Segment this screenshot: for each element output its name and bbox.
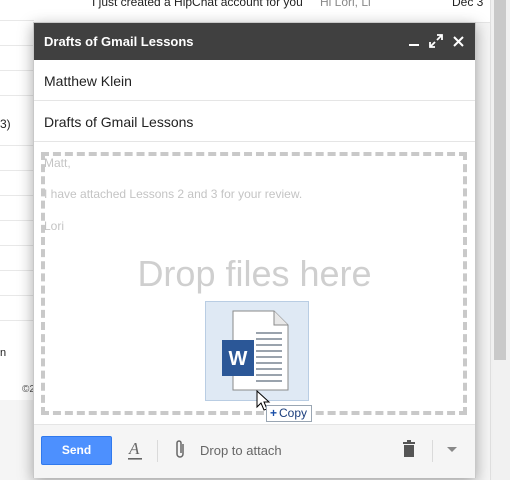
subject-text: Drafts of Gmail Lessons — [44, 114, 194, 130]
drag-copy-tooltip: + Copy — [266, 405, 313, 422]
drop-zone-label: Drop files here — [137, 253, 372, 294]
drop-to-attach-label: Drop to attach — [200, 443, 282, 458]
compose-titlebar[interactable]: Drafts of Gmail Lessons — [34, 23, 475, 60]
to-recipient: Matthew Klein — [44, 73, 132, 89]
scrollbar-thumb[interactable] — [494, 0, 506, 360]
toolbar-separator — [432, 440, 433, 462]
svg-text:W: W — [229, 348, 248, 370]
plus-icon: + — [270, 406, 278, 420]
inbox-row-date: Dec 3 — [452, 0, 484, 9]
chevron-down-icon[interactable] — [447, 447, 457, 453]
inbox-row-subject: I just created a HipChat account for you — [92, 0, 303, 9]
copy-label: Copy — [279, 406, 308, 420]
background-label-fragment-2: n — [0, 347, 7, 359]
dragged-file[interactable]: W — [205, 301, 309, 401]
compose-title: Drafts of Gmail Lessons — [44, 34, 194, 49]
minimize-icon[interactable] — [405, 31, 423, 51]
subject-field[interactable]: Drafts of Gmail Lessons — [34, 101, 475, 142]
compose-toolbar: Send A Drop to attach — [34, 424, 475, 478]
trash-icon[interactable] — [402, 440, 416, 458]
send-button[interactable]: Send — [41, 436, 112, 465]
popout-icon[interactable] — [427, 31, 445, 51]
svg-text:A: A — [128, 439, 140, 458]
compose-window: Drafts of Gmail Lessons Matthew Klein Dr… — [33, 22, 476, 478]
close-icon[interactable] — [450, 31, 468, 51]
formatting-icon[interactable]: A — [127, 439, 143, 461]
word-document-icon: W — [222, 310, 289, 391]
background-scrollbar[interactable] — [490, 0, 510, 480]
background-label-fragment: 3) — [0, 117, 11, 131]
background-inbox-row[interactable]: I just created a HipChat account for you… — [34, 0, 490, 23]
inbox-row-snippet: Hi Lori, Li — [320, 0, 371, 9]
toolbar-separator — [157, 440, 158, 462]
to-field[interactable]: Matthew Klein — [34, 60, 475, 101]
background-left-panel: 3) n ©2 — [0, 0, 35, 400]
message-body[interactable]: Matt, I have attached Lessons 2 and 3 fo… — [34, 142, 475, 424]
paperclip-icon[interactable] — [174, 439, 188, 461]
